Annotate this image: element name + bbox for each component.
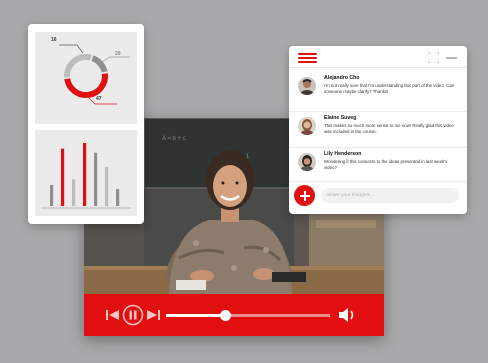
analytics-card: 16 29 47 [28,24,144,224]
expand-icon[interactable] [428,52,439,63]
message-divider [289,147,467,148]
chat-message: Alejandro Cho I'm not really sure that I… [289,73,467,111]
progress-knob[interactable] [220,310,232,321]
message-text: This makes so much more sense to me now!… [324,123,454,134]
message-text: Wondering if this connects to the ideas … [324,159,448,170]
hamburger-menu-icon[interactable] [298,53,317,64]
bar-5 [94,152,98,206]
donut-chart [59,44,130,105]
minimize-icon[interactable] [446,57,457,59]
svg-text:A = b + c: A = b + c [162,136,186,142]
chat-message: Elaine Suveg This makes so much more sen… [289,113,467,151]
progress-track[interactable] [166,310,330,321]
bar-7 [116,189,120,206]
chat-panel: Alejandro Cho I'm not really sure that I… [289,46,467,214]
donut-label-16: 16 [51,37,57,43]
chat-header [289,46,467,68]
donut-label-29: 29 [115,51,121,57]
skip-back-icon[interactable] [106,309,119,321]
message-divider [289,181,467,182]
avatar [298,153,316,171]
skip-forward-icon[interactable] [147,309,160,321]
message-author: Elaine Suveg [324,115,357,121]
donut-segment-47 [64,73,108,98]
avatar [298,77,316,95]
donut-segment-16 [91,55,108,73]
message-divider [289,111,467,112]
bar-chart-panel [35,130,137,216]
leader-line-16 [59,44,84,54]
bar-chart [41,143,131,209]
progress-fill [166,314,226,317]
avatar [298,117,316,135]
message-author: Lily Henderson [324,151,362,157]
add-button[interactable] [294,185,315,206]
bar-4 [83,143,87,206]
message-text: I'm not really sure that I'm understandi… [324,83,455,94]
thought-input[interactable] [321,188,459,203]
donut-segments [64,54,108,98]
bar-1 [50,185,54,206]
donut-segment-29 [64,54,92,78]
bar-2 [61,148,65,206]
bar-3 [72,179,76,206]
pause-icon[interactable] [122,304,144,326]
player-controls [84,294,384,336]
bar-6 [105,166,109,206]
message-author: Alejandro Cho [324,75,360,81]
donut-chart-panel: 16 29 47 [35,32,137,124]
volume-icon[interactable] [339,307,357,323]
donut-label-47: 47 [96,96,102,102]
